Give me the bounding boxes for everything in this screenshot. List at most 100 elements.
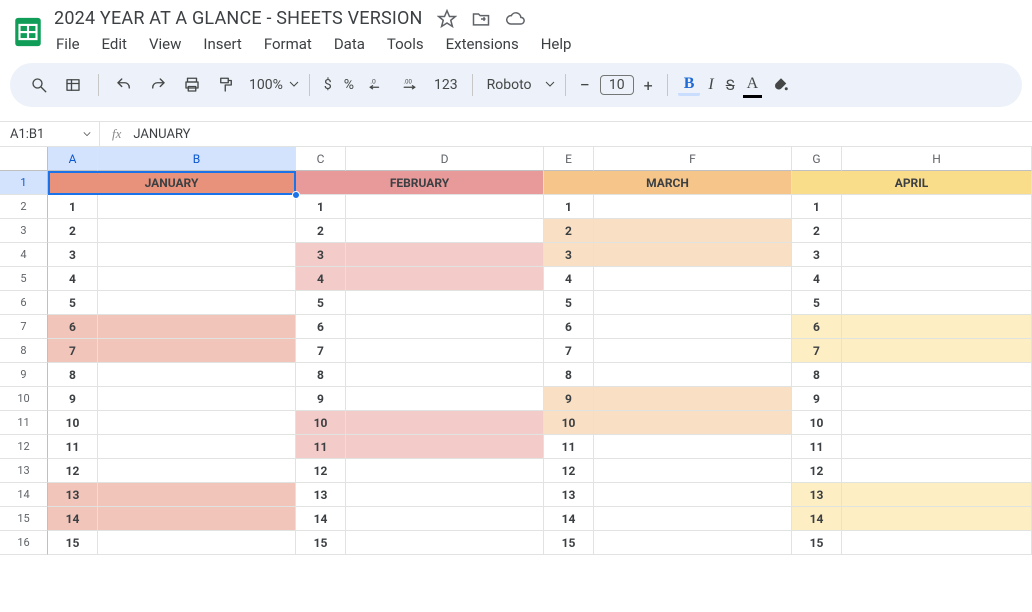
menu-help[interactable]: Help — [541, 35, 572, 53]
day-cell[interactable]: 6 — [792, 315, 842, 339]
event-cell[interactable] — [594, 483, 792, 507]
row-header-11[interactable]: 11 — [0, 411, 48, 435]
col-header-E[interactable]: E — [544, 147, 594, 171]
month-header[interactable]: JANUARY — [48, 171, 296, 195]
event-cell[interactable] — [346, 315, 544, 339]
search-icon[interactable] — [24, 70, 54, 100]
menu-data[interactable]: Data — [334, 35, 365, 53]
row-header-15[interactable]: 15 — [0, 507, 48, 531]
event-cell[interactable] — [594, 267, 792, 291]
event-cell[interactable] — [594, 195, 792, 219]
event-cell[interactable] — [594, 387, 792, 411]
event-cell[interactable] — [842, 531, 1032, 555]
row-header-3[interactable]: 3 — [0, 219, 48, 243]
event-cell[interactable] — [842, 243, 1032, 267]
event-cell[interactable] — [594, 507, 792, 531]
event-cell[interactable] — [842, 267, 1032, 291]
event-cell[interactable] — [98, 435, 296, 459]
day-cell[interactable]: 9 — [296, 387, 346, 411]
day-cell[interactable]: 4 — [544, 267, 594, 291]
font-size-input[interactable]: 10 — [600, 75, 634, 95]
event-cell[interactable] — [594, 243, 792, 267]
event-cell[interactable] — [594, 531, 792, 555]
event-cell[interactable] — [842, 339, 1032, 363]
event-cell[interactable] — [346, 435, 544, 459]
day-cell[interactable]: 15 — [792, 531, 842, 555]
col-header-D[interactable]: D — [346, 147, 544, 171]
day-cell[interactable]: 1 — [544, 195, 594, 219]
event-cell[interactable] — [346, 411, 544, 435]
event-cell[interactable] — [842, 387, 1032, 411]
day-cell[interactable]: 6 — [48, 315, 98, 339]
event-cell[interactable] — [842, 459, 1032, 483]
day-cell[interactable]: 12 — [544, 459, 594, 483]
event-cell[interactable] — [98, 315, 296, 339]
day-cell[interactable]: 2 — [544, 219, 594, 243]
day-cell[interactable]: 9 — [544, 387, 594, 411]
event-cell[interactable] — [346, 507, 544, 531]
event-cell[interactable] — [594, 315, 792, 339]
col-header-B[interactable]: B — [98, 147, 296, 171]
day-cell[interactable]: 1 — [48, 195, 98, 219]
event-cell[interactable] — [346, 195, 544, 219]
decrease-decimal-icon[interactable]: .0 — [362, 70, 392, 100]
day-cell[interactable]: 4 — [296, 267, 346, 291]
row-header-2[interactable]: 2 — [0, 195, 48, 219]
day-cell[interactable]: 8 — [544, 363, 594, 387]
row-header-8[interactable]: 8 — [0, 339, 48, 363]
cell-grid[interactable]: JANUARYFEBRUARYMARCHAPRIL111122223333444… — [48, 171, 1032, 555]
day-cell[interactable]: 3 — [544, 243, 594, 267]
event-cell[interactable] — [842, 315, 1032, 339]
day-cell[interactable]: 12 — [48, 459, 98, 483]
event-cell[interactable] — [346, 363, 544, 387]
event-cell[interactable] — [842, 363, 1032, 387]
font-family[interactable]: Roboto — [483, 77, 543, 93]
day-cell[interactable]: 9 — [48, 387, 98, 411]
menu-extensions[interactable]: Extensions — [446, 35, 519, 53]
undo-icon[interactable] — [109, 70, 139, 100]
day-cell[interactable]: 14 — [296, 507, 346, 531]
day-cell[interactable]: 14 — [48, 507, 98, 531]
star-icon[interactable] — [437, 9, 457, 29]
day-cell[interactable]: 7 — [544, 339, 594, 363]
menu-edit[interactable]: Edit — [102, 35, 127, 53]
row-header-14[interactable]: 14 — [0, 483, 48, 507]
zoom-value[interactable]: 100% — [245, 77, 287, 93]
menu-tools[interactable]: Tools — [387, 35, 424, 53]
event-cell[interactable] — [842, 195, 1032, 219]
col-header-F[interactable]: F — [594, 147, 792, 171]
event-cell[interactable] — [594, 291, 792, 315]
day-cell[interactable]: 8 — [792, 363, 842, 387]
font-size-decrease[interactable]: − — [576, 75, 594, 96]
move-icon[interactable] — [471, 9, 491, 29]
menu-format[interactable]: Format — [264, 35, 312, 53]
strikethrough-button[interactable]: S — [722, 76, 739, 94]
day-cell[interactable]: 2 — [792, 219, 842, 243]
event-cell[interactable] — [98, 459, 296, 483]
day-cell[interactable]: 13 — [544, 483, 594, 507]
month-header[interactable]: FEBRUARY — [296, 171, 544, 195]
day-cell[interactable]: 7 — [792, 339, 842, 363]
day-cell[interactable]: 14 — [544, 507, 594, 531]
day-cell[interactable]: 12 — [792, 459, 842, 483]
name-box[interactable]: A1:B1 — [0, 122, 100, 146]
event-cell[interactable] — [842, 411, 1032, 435]
format-percent[interactable]: % — [340, 77, 358, 93]
menu-file[interactable]: File — [56, 35, 80, 53]
event-cell[interactable] — [98, 195, 296, 219]
row-header-10[interactable]: 10 — [0, 387, 48, 411]
day-cell[interactable]: 15 — [544, 531, 594, 555]
event-cell[interactable] — [346, 483, 544, 507]
day-cell[interactable]: 11 — [48, 435, 98, 459]
day-cell[interactable]: 4 — [48, 267, 98, 291]
day-cell[interactable]: 10 — [544, 411, 594, 435]
day-cell[interactable]: 15 — [48, 531, 98, 555]
number-format[interactable]: 123 — [430, 77, 462, 93]
event-cell[interactable] — [98, 243, 296, 267]
day-cell[interactable]: 7 — [296, 339, 346, 363]
event-cell[interactable] — [98, 387, 296, 411]
day-cell[interactable]: 2 — [296, 219, 346, 243]
event-cell[interactable] — [842, 507, 1032, 531]
row-header-13[interactable]: 13 — [0, 459, 48, 483]
day-cell[interactable]: 8 — [48, 363, 98, 387]
